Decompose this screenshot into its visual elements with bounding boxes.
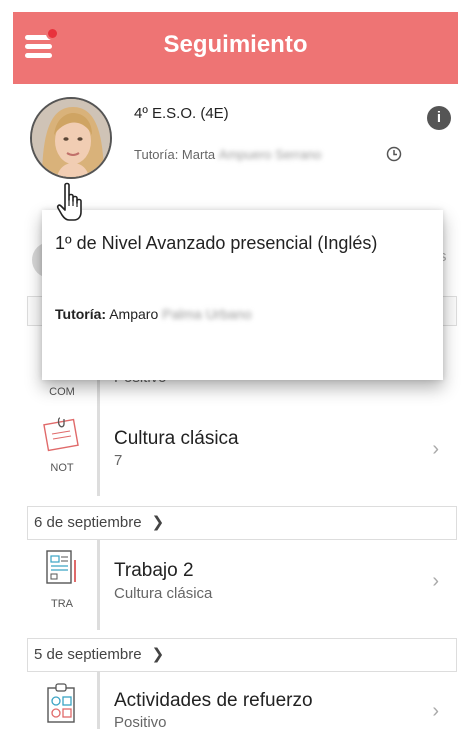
divider <box>97 406 100 496</box>
chevron-right-icon: ❯ <box>151 646 165 663</box>
chevron-right-icon: ❯ <box>151 514 165 531</box>
document-icon <box>46 550 76 584</box>
chevron-right-icon: › <box>432 700 439 722</box>
chevron-right-icon: › <box>432 570 439 592</box>
divider <box>97 672 100 729</box>
clipboard-icon <box>47 683 75 723</box>
item-subtitle: 7 <box>114 452 123 469</box>
tutor-surname-blurred: Ampuero Serrano <box>218 147 322 162</box>
list-item[interactable]: Actividades de refuerzo Positivo › <box>27 672 457 729</box>
item-title: Cultura clásica <box>114 428 239 449</box>
list-item[interactable]: NOT Cultura clásica 7 › <box>27 406 457 496</box>
page-title: Seguimiento <box>163 31 308 58</box>
item-subtitle: Cultura clásica <box>114 585 213 602</box>
clock-icon[interactable] <box>386 146 402 162</box>
tutor-info: Tutoría: Marta Ampuero Serrano <box>134 147 321 162</box>
note-paper-icon <box>43 417 79 452</box>
list-item[interactable]: TRA Trabajo 2 Cultura clásica › <box>27 540 457 630</box>
item-code: NOT <box>50 462 74 474</box>
activity-icon-cell <box>27 672 97 729</box>
date-header[interactable]: 6 de septiembre ❯ <box>27 506 457 540</box>
item-code: TRA <box>51 598 73 610</box>
course-name: 4º E.S.O. (4E) <box>134 105 229 122</box>
info-icon[interactable]: i <box>427 106 451 130</box>
note-icon-cell: NOT <box>27 406 97 496</box>
date-label: 5 de septiembre <box>34 646 142 663</box>
hand-cursor-icon <box>56 182 82 221</box>
item-title: Trabajo 2 <box>114 560 194 581</box>
item-subtitle: Positivo <box>114 714 167 729</box>
tutor-label: Tutoría: Marta <box>134 147 216 162</box>
divider <box>97 540 100 630</box>
popover-course-name: 1º de Nivel Avanzado presencial (Inglés) <box>55 233 378 253</box>
chevron-right-icon: › <box>432 438 439 460</box>
avatar-portrait-icon <box>32 99 110 177</box>
app-header: Seguimiento <box>13 12 458 84</box>
popover-tutor-line: Tutoría: Amparo Palma Urbano <box>55 306 252 322</box>
item-title: Actividades de refuerzo <box>114 690 313 711</box>
item-code: COM <box>49 386 75 398</box>
course-popover: 1º de Nivel Avanzado presencial (Inglés)… <box>42 210 443 380</box>
date-header[interactable]: 5 de septiembre ❯ <box>27 638 457 672</box>
date-label: 6 de septiembre <box>34 514 142 531</box>
work-icon-cell: TRA <box>27 540 97 630</box>
popover-tutor-label: Tutoría: <box>55 306 107 322</box>
popover-tutor-name: Amparo <box>109 306 159 322</box>
popover-tutor-surname-blurred: Palma Urbano <box>162 306 252 322</box>
avatar[interactable] <box>30 97 112 179</box>
